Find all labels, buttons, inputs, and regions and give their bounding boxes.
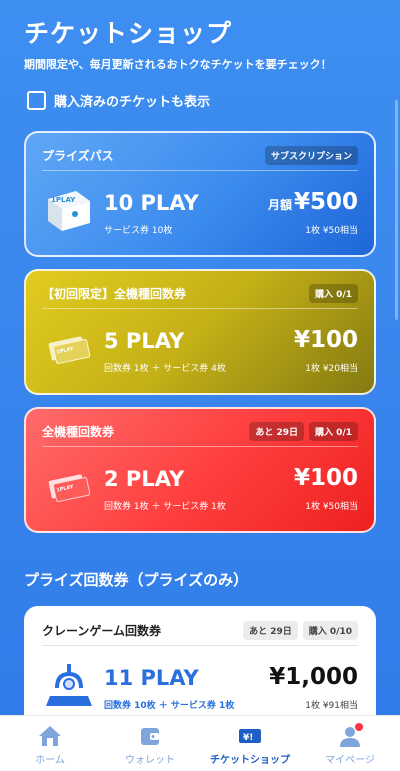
tab-ticket-shop[interactable]: ¥! チケットショップ — [200, 716, 300, 771]
ticket-stack-icon: 1PLAY — [48, 191, 90, 231]
crane-claw-icon — [46, 664, 92, 706]
page-title: チケットショップ — [24, 19, 233, 48]
all-machines-ticket-card[interactable]: 全機種回数券 あと 29日 購入 0/1 1PLAY 2 PLAY 回数券 1枚… — [24, 407, 376, 533]
bottom-tab-bar: ホーム ウォレット ¥! チケットショップ マイページ — [0, 715, 400, 771]
card-title: プライズパス — [42, 148, 114, 163]
card-divider — [42, 308, 358, 309]
unit-price: 1枚 ¥91相当 — [305, 701, 358, 711]
ticket-detail: サービス券 10枚 — [104, 226, 173, 236]
unit-price: 1枚 ¥20相当 — [305, 364, 358, 374]
days-left-badge: あと 29日 — [249, 421, 305, 441]
tab-label: マイページ — [325, 755, 375, 766]
scrollbar[interactable] — [395, 100, 398, 320]
play-count: 5 PLAY — [104, 329, 185, 353]
ticket-detail: 回数券 1枚 ＋ サービス券 4枚 — [104, 364, 226, 374]
show-purchased-toggle[interactable]: 購入済みのチケットも表示 — [27, 91, 210, 110]
tab-my-page[interactable]: マイページ — [300, 716, 400, 771]
card-header: クレーンゲーム回数券 あと 29日 購入 0/10 — [42, 618, 358, 642]
card-divider — [42, 170, 358, 171]
card-title: クレーンゲーム回数券 — [42, 623, 162, 638]
days-left-badge: あと 29日 — [243, 620, 298, 640]
card-badges: あと 29日 購入 0/1 — [249, 421, 358, 441]
play-count: 2 PLAY — [104, 467, 185, 491]
card-divider — [42, 645, 358, 646]
tab-wallet[interactable]: ウォレット — [100, 716, 200, 771]
card-title: 【初回限定】全機種回数券 — [42, 286, 187, 301]
price: ¥100 — [293, 465, 358, 491]
unit-price: 1枚 ¥50相当 — [305, 226, 358, 236]
price-row: ¥100 — [294, 327, 358, 353]
person-icon-wrap — [337, 723, 363, 749]
card-badges: サブスクリプション — [264, 145, 358, 165]
ticket-shop-page: チケットショップ 期間限定や、毎月更新されるおトクなチケットを要チェック！ 購入… — [0, 0, 400, 715]
ticket-detail: 回数券 1枚 ＋ サービス券 1枚 — [104, 502, 226, 512]
card-badges: 購入 0/1 — [309, 283, 358, 303]
card-header: プライズパス サブスクリプション — [42, 143, 358, 167]
unit-price: 1枚 ¥50相当 — [305, 502, 358, 512]
ticket-icon: ¥! — [239, 729, 261, 743]
prize-pass-card[interactable]: プライズパス サブスクリプション 1PLAY 10 PLAY サービス券 10枚… — [24, 131, 376, 257]
card-title: 全機種回数券 — [42, 424, 115, 439]
tab-label: チケットショップ — [210, 755, 290, 766]
play-count: 11 PLAY — [104, 666, 199, 690]
tab-home[interactable]: ホーム — [0, 716, 100, 771]
tab-label: ウォレット — [125, 755, 175, 766]
card-header: 【初回限定】全機種回数券 購入 0/1 — [42, 281, 358, 305]
card-header: 全機種回数券 あと 29日 購入 0/1 — [42, 419, 358, 443]
show-purchased-checkbox[interactable] — [27, 91, 46, 110]
card-badges: あと 29日 購入 0/10 — [243, 620, 358, 640]
ticket-icon: 1PLAY — [48, 336, 91, 364]
wallet-icon — [141, 728, 159, 745]
first-time-ticket-card[interactable]: 【初回限定】全機種回数券 購入 0/1 1PLAY 5 PLAY 回数券 1枚 … — [24, 269, 376, 395]
subscription-badge: サブスクリプション — [264, 145, 358, 165]
home-icon — [39, 726, 61, 746]
price: ¥500 — [293, 189, 358, 215]
price: ¥1,000 — [269, 664, 358, 690]
purchase-count-badge: 購入 0/1 — [309, 283, 358, 303]
play-count: 10 PLAY — [104, 191, 199, 215]
price: ¥100 — [293, 327, 358, 353]
purchase-count-badge: 購入 0/10 — [302, 620, 358, 640]
crane-game-ticket-card[interactable]: クレーンゲーム回数券 あと 29日 購入 0/10 11 PLAY 回数券 10… — [24, 606, 376, 715]
card-divider — [42, 446, 358, 447]
tab-label: ホーム — [35, 755, 65, 766]
price-row: 月額 ¥500 — [268, 189, 358, 215]
ticket-icon: 1PLAY — [48, 474, 91, 502]
thumb-label: 1PLAY — [51, 196, 76, 204]
notification-dot — [355, 723, 363, 731]
show-purchased-label: 購入済みのチケットも表示 — [54, 95, 211, 110]
ticket-icon-text: ¥! — [243, 733, 253, 743]
section-title: プライズ回数券（プライズのみ） — [24, 571, 249, 589]
ticket-detail: 回数券 10枚 ＋ サービス券 1枚 — [104, 701, 235, 711]
price-prefix: 月額 — [267, 198, 292, 212]
price-row: ¥1,000 — [269, 664, 358, 690]
purchase-count-badge: 購入 0/1 — [309, 421, 358, 441]
price-row: ¥100 — [294, 465, 358, 491]
page-subtitle: 期間限定や、毎月更新されるおトクなチケットを要チェック！ — [24, 58, 332, 71]
